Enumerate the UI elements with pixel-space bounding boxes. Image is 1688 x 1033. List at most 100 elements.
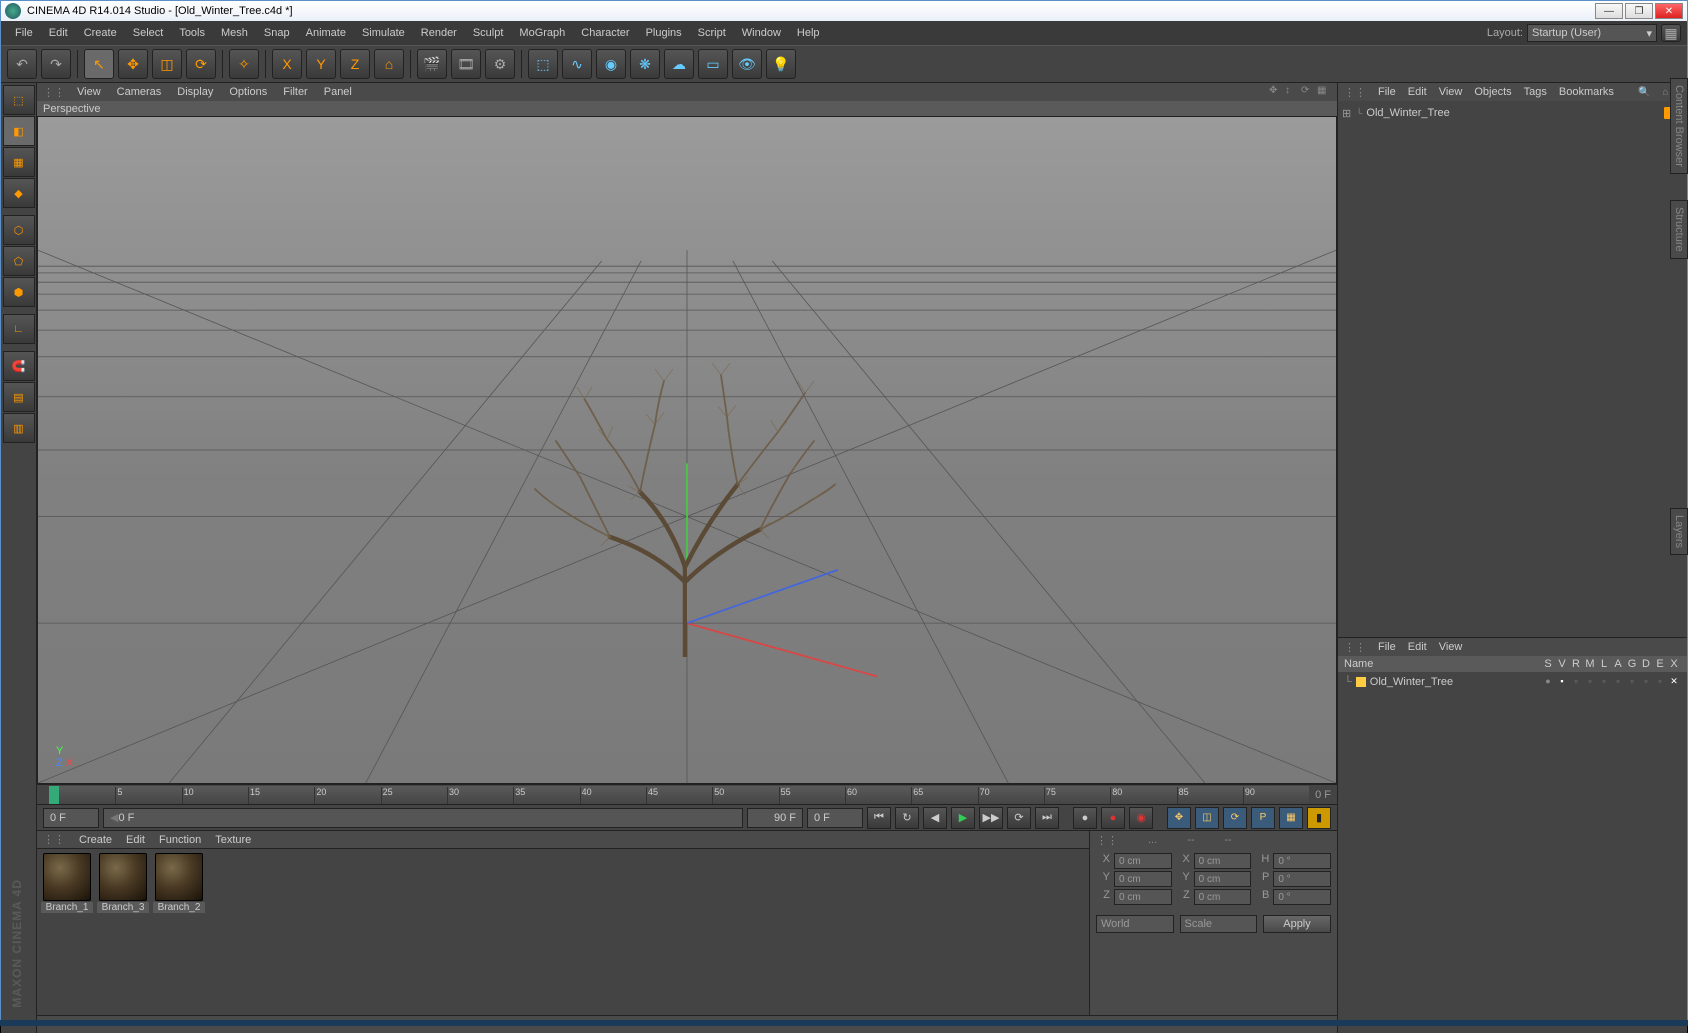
render-view-button[interactable]: 🎬: [417, 49, 447, 79]
viewport-3d[interactable]: Y Z X: [37, 116, 1337, 784]
coord-rot-field[interactable]: 0 °: [1273, 853, 1331, 869]
coord-pos-field[interactable]: 0 cm: [1114, 889, 1172, 905]
coord-size-field[interactable]: 0 cm: [1194, 871, 1252, 887]
axis-x-button[interactable]: X: [272, 49, 302, 79]
coord-system-button[interactable]: ⌂: [374, 49, 404, 79]
add-generator-button[interactable]: ◉: [596, 49, 626, 79]
add-scene-button[interactable]: 💡: [766, 49, 796, 79]
menu-character[interactable]: Character: [573, 23, 637, 43]
scale-tool-button[interactable]: ◫: [152, 49, 182, 79]
add-light-button[interactable]: 👁: [732, 49, 762, 79]
next-frame-button[interactable]: ▶▶: [979, 807, 1003, 829]
coord-pos-field[interactable]: 0 cm: [1114, 853, 1172, 869]
goto-start-button[interactable]: ⏮: [867, 807, 891, 829]
layer-name[interactable]: Old_Winter_Tree: [1370, 676, 1537, 688]
close-button[interactable]: ✕: [1655, 3, 1683, 19]
menu-script[interactable]: Script: [690, 23, 734, 43]
coord-size-field[interactable]: 0 cm: [1194, 853, 1252, 869]
goto-end-button[interactable]: ⏭: [1035, 807, 1059, 829]
maxrestore-button[interactable]: ❐: [1625, 3, 1653, 19]
menu-create[interactable]: Create: [76, 23, 125, 43]
loop-button[interactable]: ↻: [895, 807, 919, 829]
object-name[interactable]: Old_Winter_Tree: [1366, 107, 1449, 119]
timeline-ruler[interactable]: 051015202530354045505560657075808590 0 F: [37, 784, 1337, 804]
coord-rot-field[interactable]: 0 °: [1273, 871, 1331, 887]
options-menu[interactable]: Options: [221, 86, 275, 98]
mat-texture-menu[interactable]: Texture: [215, 834, 251, 846]
menu-animate[interactable]: Animate: [298, 23, 354, 43]
add-primitive-button[interactable]: ⬚: [528, 49, 558, 79]
key-pos-button[interactable]: ✥: [1167, 807, 1191, 829]
menu-sculpt[interactable]: Sculpt: [465, 23, 512, 43]
edge-mode-button[interactable]: ⬠: [3, 246, 35, 276]
select-tool-button[interactable]: ↖: [84, 49, 114, 79]
key-scale-button[interactable]: ◫: [1195, 807, 1219, 829]
key-rot-button[interactable]: ⟳: [1223, 807, 1247, 829]
flag-a[interactable]: ▫: [1611, 676, 1625, 688]
range-cur-field[interactable]: 0 F: [807, 808, 863, 828]
menu-tools[interactable]: Tools: [171, 23, 213, 43]
layer-row[interactable]: └ Old_Winter_Tree ● ▪ ▫ ▫ ▫ ▫ ▫ ▫ ▫: [1344, 674, 1681, 690]
view-menu[interactable]: View: [69, 86, 109, 98]
key-all-button[interactable]: ▮: [1307, 807, 1331, 829]
point-mode-button[interactable]: ⬡: [3, 215, 35, 245]
lock-workplane-button[interactable]: ▥: [3, 413, 35, 443]
menu-simulate[interactable]: Simulate: [354, 23, 413, 43]
key-param-button[interactable]: P: [1251, 807, 1275, 829]
obj-edit-menu[interactable]: Edit: [1408, 86, 1427, 98]
add-spline-button[interactable]: ∿: [562, 49, 592, 79]
obj-tags-menu[interactable]: Tags: [1524, 86, 1547, 98]
layer-view-menu[interactable]: View: [1439, 641, 1463, 653]
play-button[interactable]: ▶: [951, 807, 975, 829]
texture-mode-button[interactable]: ▦: [3, 147, 35, 177]
menu-render[interactable]: Render: [413, 23, 465, 43]
model-mode-button[interactable]: ◧: [3, 116, 35, 146]
flag-g[interactable]: ▫: [1625, 676, 1639, 688]
add-deformer-button[interactable]: ❋: [630, 49, 660, 79]
rotate-tool-button[interactable]: ⟳: [186, 49, 216, 79]
layer-color-icon[interactable]: [1356, 677, 1366, 687]
layout-extra-icon[interactable]: ▦: [1661, 24, 1681, 42]
menu-edit[interactable]: Edit: [41, 23, 76, 43]
view-nav2-icon[interactable]: ↕: [1285, 85, 1299, 99]
snap-toggle-button[interactable]: 🧲: [3, 351, 35, 381]
flag-v[interactable]: ▪: [1555, 676, 1569, 688]
move-tool-button[interactable]: ✥: [118, 49, 148, 79]
record-button[interactable]: ●: [1073, 807, 1097, 829]
view-nav4-icon[interactable]: ▦: [1317, 85, 1331, 99]
menu-help[interactable]: Help: [789, 23, 828, 43]
render-pv-button[interactable]: 🎞: [451, 49, 481, 79]
apply-button[interactable]: Apply: [1263, 915, 1331, 933]
obj-bookmarks-menu[interactable]: Bookmarks: [1559, 86, 1614, 98]
prev-frame-button[interactable]: ◀: [923, 807, 947, 829]
layer-file-menu[interactable]: File: [1378, 641, 1396, 653]
menu-file[interactable]: File: [7, 23, 41, 43]
obj-objects-menu[interactable]: Objects: [1474, 86, 1511, 98]
display-menu[interactable]: Display: [169, 86, 221, 98]
obj-view-menu[interactable]: View: [1439, 86, 1463, 98]
last-tool-button[interactable]: ✧: [229, 49, 259, 79]
range-slider[interactable]: ◀ 0 F: [103, 808, 743, 828]
workplane-button[interactable]: ◆: [3, 178, 35, 208]
coord-pos-field[interactable]: 0 cm: [1114, 871, 1172, 887]
menu-snap[interactable]: Snap: [256, 23, 298, 43]
keyframe-button[interactable]: ◉: [1129, 807, 1153, 829]
view-nav1-icon[interactable]: ✥: [1269, 85, 1283, 99]
axis-z-button[interactable]: Z: [340, 49, 370, 79]
material-item[interactable]: Branch_2: [153, 853, 205, 1011]
menu-mograph[interactable]: MoGraph: [511, 23, 573, 43]
cameras-menu[interactable]: Cameras: [109, 86, 170, 98]
add-environment-button[interactable]: ☁: [664, 49, 694, 79]
workplane-options-button[interactable]: ▤: [3, 382, 35, 412]
flag-r[interactable]: ▫: [1569, 676, 1583, 688]
flag-s[interactable]: ●: [1541, 676, 1555, 688]
add-camera-button[interactable]: ▭: [698, 49, 728, 79]
menu-plugins[interactable]: Plugins: [638, 23, 690, 43]
flag-e[interactable]: ▫: [1653, 676, 1667, 688]
coord-rot-field[interactable]: 0 °: [1273, 889, 1331, 905]
cycle-button[interactable]: ⟳: [1007, 807, 1031, 829]
expand-icon[interactable]: ⊞: [1342, 107, 1352, 120]
flag-d[interactable]: ▫: [1639, 676, 1653, 688]
playhead[interactable]: [49, 786, 59, 804]
key-pla-button[interactable]: ▦: [1279, 807, 1303, 829]
